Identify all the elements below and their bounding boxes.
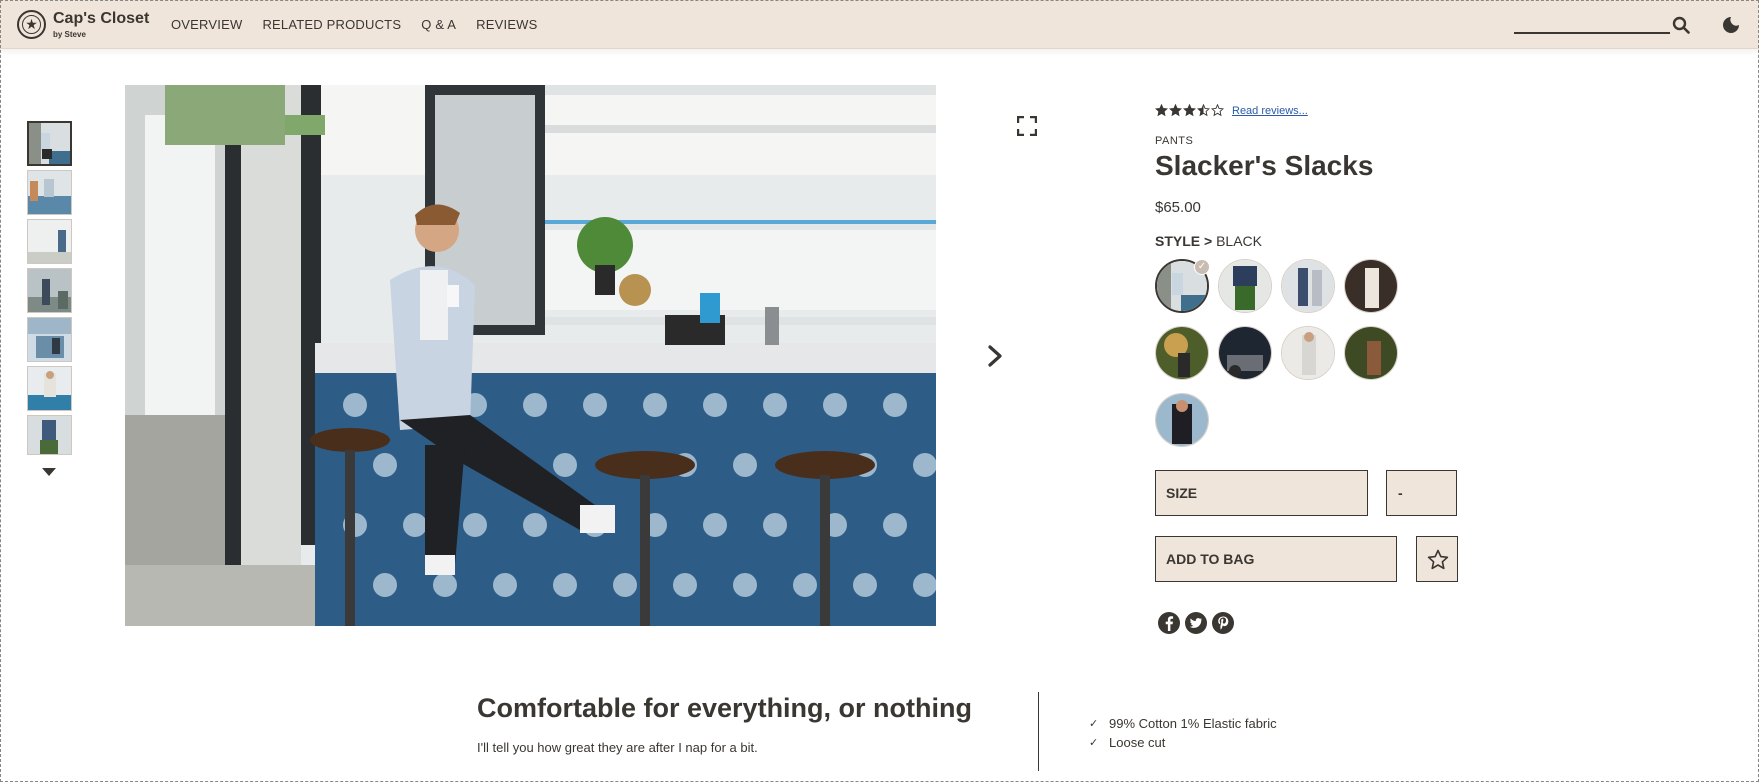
selected-check-icon: ✓	[1194, 259, 1210, 275]
nav-reviews[interactable]: REVIEWS	[476, 17, 537, 32]
add-to-bag-button[interactable]: ADD TO BAG	[1155, 536, 1397, 582]
product-title: Slacker's Slacks	[1155, 150, 1374, 181]
divider	[1038, 692, 1039, 771]
thumbnail-strip	[27, 121, 72, 459]
style-option[interactable]	[1218, 326, 1272, 380]
style-option[interactable]	[1281, 259, 1335, 313]
top-nav-bar: Cap's Closet by Steve OVERVIEW RELATED P…	[0, 0, 1759, 49]
thumbnail[interactable]	[27, 219, 72, 264]
star-outline-icon	[1427, 549, 1449, 570]
style-option[interactable]	[1155, 393, 1209, 447]
style-option[interactable]	[1344, 259, 1398, 313]
nav-overview[interactable]: OVERVIEW	[171, 17, 242, 32]
moon-icon[interactable]	[1722, 16, 1740, 34]
thumbnail[interactable]	[27, 170, 72, 215]
stars	[1155, 104, 1224, 117]
thumbnail[interactable]	[27, 415, 72, 455]
product-price: $65.00	[1155, 199, 1201, 216]
description-body: I'll tell you how great they are after I…	[477, 740, 758, 755]
size-dropdown[interactable]: SIZE	[1155, 470, 1368, 516]
star-icon	[1169, 104, 1182, 117]
product-category: PANTS	[1155, 135, 1194, 147]
star-icon	[1183, 104, 1196, 117]
pinterest-icon[interactable]	[1211, 611, 1235, 635]
star-icon	[1197, 104, 1210, 117]
thumbnail[interactable]	[27, 366, 72, 411]
style-name: BLACK	[1216, 233, 1262, 249]
main-product-image[interactable]	[125, 85, 936, 626]
search-icon[interactable]	[1672, 16, 1690, 34]
logo-icon[interactable]	[17, 10, 46, 39]
chevron-down-icon[interactable]	[42, 468, 56, 476]
feature-item: ✓ Loose cut	[1089, 733, 1277, 752]
chevron-right-icon[interactable]	[985, 344, 1005, 368]
favorite-button[interactable]	[1416, 536, 1458, 582]
twitter-icon[interactable]	[1184, 611, 1208, 635]
thumbnail[interactable]	[27, 317, 72, 362]
nav-related-products[interactable]: RELATED PRODUCTS	[262, 17, 401, 32]
style-label: STYLE > BLACK	[1155, 233, 1262, 249]
facebook-icon[interactable]	[1157, 611, 1181, 635]
style-option[interactable]	[1344, 326, 1398, 380]
brand-subtitle: by Steve	[53, 30, 86, 39]
style-option[interactable]	[1281, 326, 1335, 380]
thumbnail[interactable]	[27, 121, 72, 166]
quantity-dropdown[interactable]: -	[1386, 470, 1457, 516]
style-option[interactable]	[1218, 259, 1272, 313]
star-icon	[1155, 104, 1168, 117]
expand-icon[interactable]	[1017, 116, 1037, 136]
description-title: Comfortable for everything, or nothing	[477, 693, 973, 723]
style-label-prefix: STYLE >	[1155, 233, 1213, 249]
style-option[interactable]	[1155, 326, 1209, 380]
feature-list: ✓ 99% Cotton 1% Elastic fabric ✓ Loose cut	[1089, 714, 1277, 752]
check-icon: ✓	[1089, 737, 1099, 749]
nav-qa[interactable]: Q & A	[421, 17, 456, 32]
search-input[interactable]	[1514, 32, 1670, 34]
feature-item: ✓ 99% Cotton 1% Elastic fabric	[1089, 714, 1277, 733]
feature-text: Loose cut	[1109, 735, 1166, 750]
star-rating: Read reviews...	[1155, 104, 1308, 117]
check-icon: ✓	[1089, 718, 1099, 730]
read-reviews-link[interactable]: Read reviews...	[1232, 105, 1308, 117]
social-share	[1157, 611, 1235, 635]
main-nav: OVERVIEW RELATED PRODUCTS Q & A REVIEWS	[171, 17, 538, 32]
thumbnail[interactable]	[27, 268, 72, 313]
brand-name[interactable]: Cap's Closet	[53, 10, 149, 28]
star-icon	[1211, 104, 1224, 117]
feature-text: 99% Cotton 1% Elastic fabric	[1109, 716, 1277, 731]
